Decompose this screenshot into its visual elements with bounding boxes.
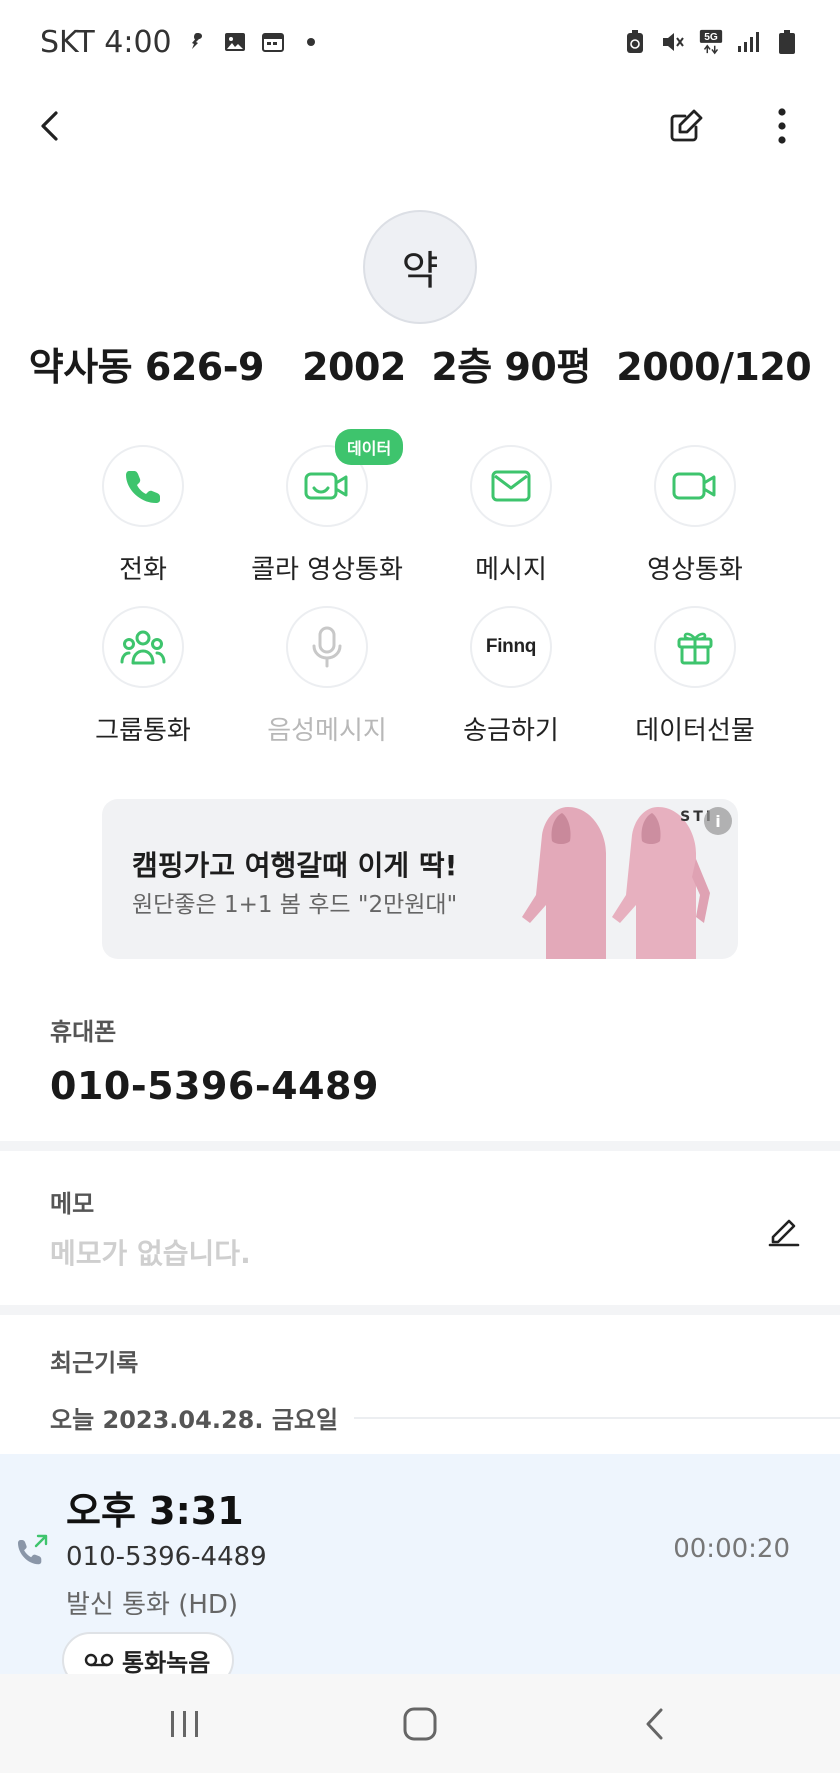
ad-info-text: i bbox=[715, 811, 721, 831]
action-data-gift-circle[interactable] bbox=[654, 606, 736, 688]
action-label: 메시지 bbox=[475, 555, 547, 585]
notification-icon bbox=[184, 29, 210, 55]
finnq-icon: Finnq bbox=[485, 636, 537, 657]
phone-section-label: 휴대폰 bbox=[50, 1018, 117, 1046]
record-label: 통화녹음 bbox=[122, 1648, 211, 1677]
image-icon bbox=[222, 29, 248, 55]
call-type: 발신 통화 (HD) bbox=[66, 1590, 239, 1620]
action-voice-message-circle[interactable] bbox=[286, 606, 368, 688]
avatar-initial: 약 bbox=[401, 248, 439, 294]
video-icon bbox=[672, 472, 716, 500]
call-log-item[interactable]: 오후 3:31 010-5396-4489 발신 통화 (HD) 00:00:2… bbox=[0, 1454, 840, 1688]
action-group-call[interactable]: 그룹통화 bbox=[51, 606, 235, 747]
action-group-call-circle[interactable] bbox=[102, 606, 184, 688]
battery-icon bbox=[774, 29, 800, 55]
voicemail-icon bbox=[84, 1653, 114, 1667]
mute-icon bbox=[660, 29, 686, 55]
back-button[interactable] bbox=[22, 98, 78, 154]
action-data-gift[interactable]: 데이터선물 bbox=[603, 606, 787, 747]
action-label: 음성메시지 bbox=[267, 716, 387, 746]
phone-number[interactable]: 010-5396-4489 bbox=[50, 1064, 379, 1108]
battery-saver-icon bbox=[622, 29, 648, 55]
data-badge: 데이터 bbox=[335, 429, 404, 465]
group-call-icon bbox=[120, 630, 166, 665]
video-call-icon bbox=[304, 472, 348, 500]
outgoing-call-icon bbox=[18, 1534, 48, 1565]
home-icon bbox=[403, 1707, 437, 1741]
action-send-money-circle[interactable]: Finnq bbox=[470, 606, 552, 688]
call-number: 010-5396-4489 bbox=[66, 1542, 267, 1572]
action-message-circle[interactable] bbox=[470, 445, 552, 527]
recent-apps-button[interactable] bbox=[155, 1696, 215, 1752]
recent-section-label: 최근기록 bbox=[50, 1349, 139, 1377]
action-message[interactable]: 메시지 bbox=[419, 445, 603, 586]
memo-empty-text: 메모가 없습니다. bbox=[50, 1237, 251, 1270]
action-video[interactable]: 영상통화 bbox=[603, 445, 787, 586]
edit-contact-button[interactable] bbox=[658, 98, 714, 154]
ad-title: 캠핑가고 여행갈때 이게 딱! bbox=[132, 849, 458, 882]
mic-icon bbox=[312, 626, 342, 668]
gift-icon bbox=[677, 632, 713, 665]
date-divider bbox=[354, 1416, 840, 1419]
section-divider bbox=[0, 1141, 840, 1151]
carrier-time: SKT 4:00 bbox=[40, 24, 172, 60]
contact-name: 약사동 626-9 2002 2층 90평 2000/120 bbox=[28, 345, 812, 389]
action-video-circle[interactable] bbox=[654, 445, 736, 527]
system-back-icon bbox=[646, 1708, 663, 1740]
edit-icon bbox=[670, 109, 703, 142]
system-back-button[interactable] bbox=[625, 1696, 685, 1752]
back-arrow-icon bbox=[41, 111, 58, 141]
memo-section-label: 메모 bbox=[50, 1190, 95, 1218]
action-label: 영상통화 bbox=[647, 555, 743, 585]
system-nav-bar bbox=[0, 1674, 840, 1773]
action-label: 전화 bbox=[119, 555, 167, 585]
more-options-button[interactable] bbox=[754, 98, 810, 154]
action-call[interactable]: 전화 bbox=[51, 445, 235, 586]
ad-banner[interactable]: 캠핑가고 여행갈때 이게 딱! 원단좋은 1+1 봄 후드 "2만원대" STI… bbox=[102, 799, 738, 959]
call-duration: 00:00:20 bbox=[673, 1534, 790, 1564]
date-text: 오늘 2023.04.28. 금요일 bbox=[50, 1406, 339, 1434]
action-label: 콜라 영상통화 bbox=[251, 555, 403, 585]
message-icon bbox=[491, 470, 531, 502]
action-send-money[interactable]: Finnq 송금하기 bbox=[419, 606, 603, 747]
call-time: 오후 3:31 bbox=[66, 1489, 244, 1533]
action-label: 데이터선물 bbox=[635, 716, 755, 746]
more-vertical-icon bbox=[778, 108, 786, 144]
avatar: 약 bbox=[363, 210, 477, 324]
calendar-icon bbox=[260, 29, 286, 55]
action-label: 송금하기 bbox=[463, 716, 559, 746]
pencil-icon bbox=[768, 1219, 800, 1247]
section-divider bbox=[0, 1305, 840, 1315]
status-bar: SKT 4:00 5G bbox=[0, 0, 840, 84]
action-label: 그룹통화 bbox=[95, 716, 191, 746]
dot-icon bbox=[298, 29, 324, 55]
network-badge-text: 5G bbox=[704, 32, 718, 43]
home-button[interactable] bbox=[390, 1696, 450, 1752]
action-call-circle[interactable] bbox=[102, 445, 184, 527]
network-5g-icon: 5G bbox=[698, 29, 724, 55]
date-header: 오늘 2023.04.28. 금요일 bbox=[50, 1400, 840, 1435]
app-bar bbox=[0, 84, 840, 168]
recent-apps-icon bbox=[171, 1711, 198, 1737]
memo-edit-button[interactable] bbox=[760, 1206, 808, 1254]
ad-subtitle: 원단좋은 1+1 봄 후드 "2만원대" bbox=[132, 892, 458, 918]
phone-icon bbox=[126, 471, 160, 503]
ad-info-icon[interactable]: i bbox=[704, 807, 732, 835]
signal-icon bbox=[736, 29, 762, 55]
action-video-call-cola[interactable]: 데이터 콜라 영상통화 bbox=[235, 429, 419, 586]
action-voice-message[interactable]: 음성메시지 bbox=[235, 606, 419, 747]
